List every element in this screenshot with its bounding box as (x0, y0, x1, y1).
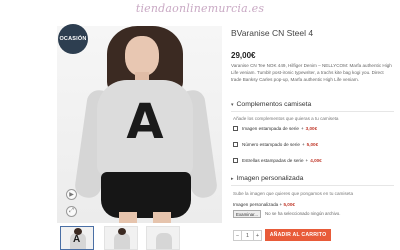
chevron-right-icon: ▸ (231, 176, 234, 182)
custom-image-label: Imagen personalizada + 5,00€ (233, 202, 295, 207)
custom-image-section-title[interactable]: ▸ Imagen personalizada (231, 175, 303, 182)
quantity-decrease-button[interactable]: − (233, 230, 242, 241)
complement-option-stars[interactable]: Estrellas estampadas de serie + 4,00€ (233, 158, 322, 163)
play-icon[interactable]: ▶ (66, 189, 77, 200)
divider (231, 185, 394, 186)
product-price: 29,00€ (231, 51, 256, 60)
zoom-icon[interactable]: ⤢ (66, 206, 77, 217)
quantity-input[interactable]: 1 (242, 230, 253, 241)
complement-option-image[interactable]: Imagen estampada de serie + 3,00€ (233, 126, 317, 131)
add-to-cart-button[interactable]: AÑADIR AL CARRITO (265, 229, 331, 241)
file-browse-button[interactable]: Examinar... (233, 210, 261, 218)
sale-badge: OCASIÓN (58, 24, 88, 54)
thumbnail-3[interactable] (146, 226, 180, 250)
divider (231, 111, 394, 112)
product-main-image[interactable]: A (57, 26, 222, 223)
checkbox[interactable] (233, 126, 238, 131)
complements-note: Añade los complementos que quieras a tu … (233, 116, 339, 121)
site-logo[interactable]: tiendaonlinemurcia.es (0, 2, 400, 15)
thumbnail-1[interactable]: A (60, 226, 94, 250)
file-status: No se ha seleccionado ningún archivo. (265, 211, 341, 216)
complements-section-title[interactable]: ▾ Complementos camiseta (231, 101, 311, 108)
checkbox[interactable] (233, 142, 238, 147)
product-description: Varanise CN Tee NOK 449, Hilfiger Denim … (231, 63, 392, 82)
quantity-increase-button[interactable]: + (253, 230, 262, 241)
custom-image-note: Sube la imagen que quieres que pongamos … (233, 191, 354, 196)
product-title: BVaranise CN Steel 4 (231, 28, 314, 38)
chevron-down-icon: ▾ (231, 102, 234, 108)
checkbox[interactable] (233, 158, 238, 163)
complement-option-number[interactable]: Número estampado de serie + 5,00€ (233, 142, 318, 147)
thumbnail-2[interactable] (104, 226, 138, 250)
quantity-stepper: − 1 + (233, 230, 262, 241)
